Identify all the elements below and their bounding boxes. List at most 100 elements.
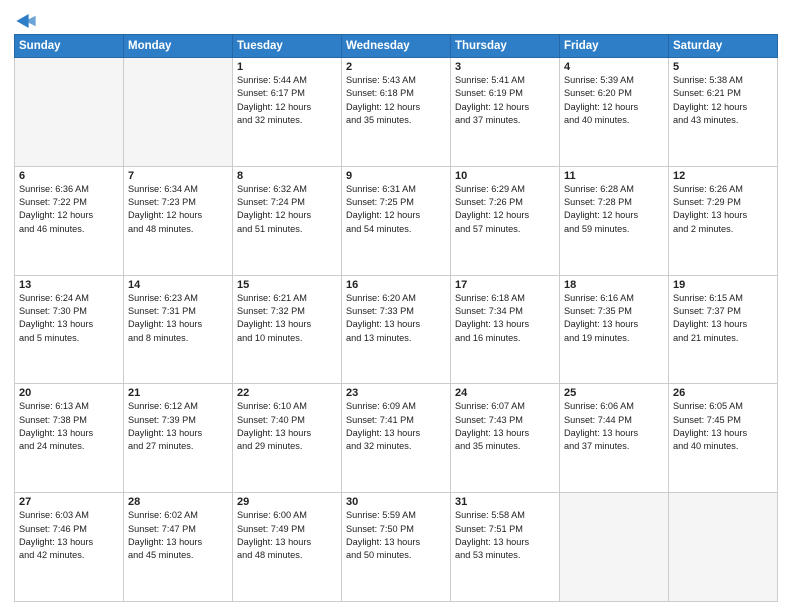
day-info: Sunrise: 6:16 AM Sunset: 7:35 PM Dayligh… [564,292,664,345]
day-info: Sunrise: 6:10 AM Sunset: 7:40 PM Dayligh… [237,400,337,453]
day-info: Sunrise: 6:21 AM Sunset: 7:32 PM Dayligh… [237,292,337,345]
day-number: 7 [128,170,228,182]
day-number: 23 [346,387,446,399]
day-info: Sunrise: 6:24 AM Sunset: 7:30 PM Dayligh… [19,292,119,345]
calendar-cell: 5Sunrise: 5:38 AM Sunset: 6:21 PM Daylig… [669,58,778,167]
calendar-cell: 24Sunrise: 6:07 AM Sunset: 7:43 PM Dayli… [451,384,560,493]
day-info: Sunrise: 6:03 AM Sunset: 7:46 PM Dayligh… [19,509,119,562]
page: SundayMondayTuesdayWednesdayThursdayFrid… [0,0,792,612]
day-info: Sunrise: 6:28 AM Sunset: 7:28 PM Dayligh… [564,183,664,236]
calendar-cell: 28Sunrise: 6:02 AM Sunset: 7:47 PM Dayli… [124,493,233,602]
calendar-cell: 12Sunrise: 6:26 AM Sunset: 7:29 PM Dayli… [669,166,778,275]
calendar-cell: 2Sunrise: 5:43 AM Sunset: 6:18 PM Daylig… [342,58,451,167]
day-number: 25 [564,387,664,399]
day-info: Sunrise: 6:36 AM Sunset: 7:22 PM Dayligh… [19,183,119,236]
calendar-cell [15,58,124,167]
day-number: 14 [128,279,228,291]
day-number: 5 [673,61,773,73]
calendar-cell [669,493,778,602]
day-number: 1 [237,61,337,73]
day-info: Sunrise: 6:31 AM Sunset: 7:25 PM Dayligh… [346,183,446,236]
day-info: Sunrise: 6:00 AM Sunset: 7:49 PM Dayligh… [237,509,337,562]
day-number: 6 [19,170,119,182]
calendar-cell: 22Sunrise: 6:10 AM Sunset: 7:40 PM Dayli… [233,384,342,493]
weekday-header: Sunday [15,35,124,58]
day-info: Sunrise: 6:12 AM Sunset: 7:39 PM Dayligh… [128,400,228,453]
day-number: 19 [673,279,773,291]
day-number: 29 [237,496,337,508]
calendar-cell: 29Sunrise: 6:00 AM Sunset: 7:49 PM Dayli… [233,493,342,602]
calendar-week-row: 1Sunrise: 5:44 AM Sunset: 6:17 PM Daylig… [15,58,778,167]
day-number: 27 [19,496,119,508]
day-info: Sunrise: 6:29 AM Sunset: 7:26 PM Dayligh… [455,183,555,236]
day-info: Sunrise: 6:32 AM Sunset: 7:24 PM Dayligh… [237,183,337,236]
calendar-cell [560,493,669,602]
day-number: 30 [346,496,446,508]
calendar-cell: 17Sunrise: 6:18 AM Sunset: 7:34 PM Dayli… [451,275,560,384]
calendar-cell: 13Sunrise: 6:24 AM Sunset: 7:30 PM Dayli… [15,275,124,384]
day-info: Sunrise: 6:05 AM Sunset: 7:45 PM Dayligh… [673,400,773,453]
calendar-cell: 20Sunrise: 6:13 AM Sunset: 7:38 PM Dayli… [15,384,124,493]
day-info: Sunrise: 6:07 AM Sunset: 7:43 PM Dayligh… [455,400,555,453]
calendar-cell: 25Sunrise: 6:06 AM Sunset: 7:44 PM Dayli… [560,384,669,493]
day-number: 22 [237,387,337,399]
day-number: 9 [346,170,446,182]
weekday-header: Saturday [669,35,778,58]
calendar-cell: 15Sunrise: 6:21 AM Sunset: 7:32 PM Dayli… [233,275,342,384]
day-number: 2 [346,61,446,73]
day-number: 28 [128,496,228,508]
calendar-cell: 4Sunrise: 5:39 AM Sunset: 6:20 PM Daylig… [560,58,669,167]
day-number: 18 [564,279,664,291]
day-number: 26 [673,387,773,399]
day-number: 13 [19,279,119,291]
day-info: Sunrise: 6:26 AM Sunset: 7:29 PM Dayligh… [673,183,773,236]
day-info: Sunrise: 5:41 AM Sunset: 6:19 PM Dayligh… [455,74,555,127]
calendar-table: SundayMondayTuesdayWednesdayThursdayFrid… [14,34,778,602]
day-info: Sunrise: 5:43 AM Sunset: 6:18 PM Dayligh… [346,74,446,127]
calendar-cell: 9Sunrise: 6:31 AM Sunset: 7:25 PM Daylig… [342,166,451,275]
weekday-header: Thursday [451,35,560,58]
day-number: 3 [455,61,555,73]
day-number: 24 [455,387,555,399]
day-info: Sunrise: 5:58 AM Sunset: 7:51 PM Dayligh… [455,509,555,562]
weekday-header: Wednesday [342,35,451,58]
weekday-header: Monday [124,35,233,58]
calendar-cell: 11Sunrise: 6:28 AM Sunset: 7:28 PM Dayli… [560,166,669,275]
day-number: 15 [237,279,337,291]
day-info: Sunrise: 6:20 AM Sunset: 7:33 PM Dayligh… [346,292,446,345]
day-number: 4 [564,61,664,73]
calendar-week-row: 20Sunrise: 6:13 AM Sunset: 7:38 PM Dayli… [15,384,778,493]
day-number: 12 [673,170,773,182]
day-number: 16 [346,279,446,291]
logo [14,10,36,28]
calendar-week-row: 13Sunrise: 6:24 AM Sunset: 7:30 PM Dayli… [15,275,778,384]
calendar-cell: 30Sunrise: 5:59 AM Sunset: 7:50 PM Dayli… [342,493,451,602]
day-info: Sunrise: 6:13 AM Sunset: 7:38 PM Dayligh… [19,400,119,453]
calendar-cell: 31Sunrise: 5:58 AM Sunset: 7:51 PM Dayli… [451,493,560,602]
day-info: Sunrise: 6:02 AM Sunset: 7:47 PM Dayligh… [128,509,228,562]
calendar-cell: 8Sunrise: 6:32 AM Sunset: 7:24 PM Daylig… [233,166,342,275]
day-info: Sunrise: 6:15 AM Sunset: 7:37 PM Dayligh… [673,292,773,345]
calendar-cell: 7Sunrise: 6:34 AM Sunset: 7:23 PM Daylig… [124,166,233,275]
weekday-header: Tuesday [233,35,342,58]
calendar-cell: 27Sunrise: 6:03 AM Sunset: 7:46 PM Dayli… [15,493,124,602]
calendar-cell: 16Sunrise: 6:20 AM Sunset: 7:33 PM Dayli… [342,275,451,384]
day-info: Sunrise: 6:06 AM Sunset: 7:44 PM Dayligh… [564,400,664,453]
calendar-cell: 21Sunrise: 6:12 AM Sunset: 7:39 PM Dayli… [124,384,233,493]
calendar-cell: 19Sunrise: 6:15 AM Sunset: 7:37 PM Dayli… [669,275,778,384]
calendar-cell: 18Sunrise: 6:16 AM Sunset: 7:35 PM Dayli… [560,275,669,384]
calendar-cell: 23Sunrise: 6:09 AM Sunset: 7:41 PM Dayli… [342,384,451,493]
calendar-cell [124,58,233,167]
day-number: 11 [564,170,664,182]
day-info: Sunrise: 6:23 AM Sunset: 7:31 PM Dayligh… [128,292,228,345]
calendar-cell: 10Sunrise: 6:29 AM Sunset: 7:26 PM Dayli… [451,166,560,275]
logo-icon [16,14,36,28]
calendar-cell: 3Sunrise: 5:41 AM Sunset: 6:19 PM Daylig… [451,58,560,167]
day-number: 10 [455,170,555,182]
calendar-header-row: SundayMondayTuesdayWednesdayThursdayFrid… [15,35,778,58]
calendar-cell: 6Sunrise: 6:36 AM Sunset: 7:22 PM Daylig… [15,166,124,275]
day-number: 21 [128,387,228,399]
day-info: Sunrise: 6:34 AM Sunset: 7:23 PM Dayligh… [128,183,228,236]
day-number: 17 [455,279,555,291]
day-info: Sunrise: 5:38 AM Sunset: 6:21 PM Dayligh… [673,74,773,127]
